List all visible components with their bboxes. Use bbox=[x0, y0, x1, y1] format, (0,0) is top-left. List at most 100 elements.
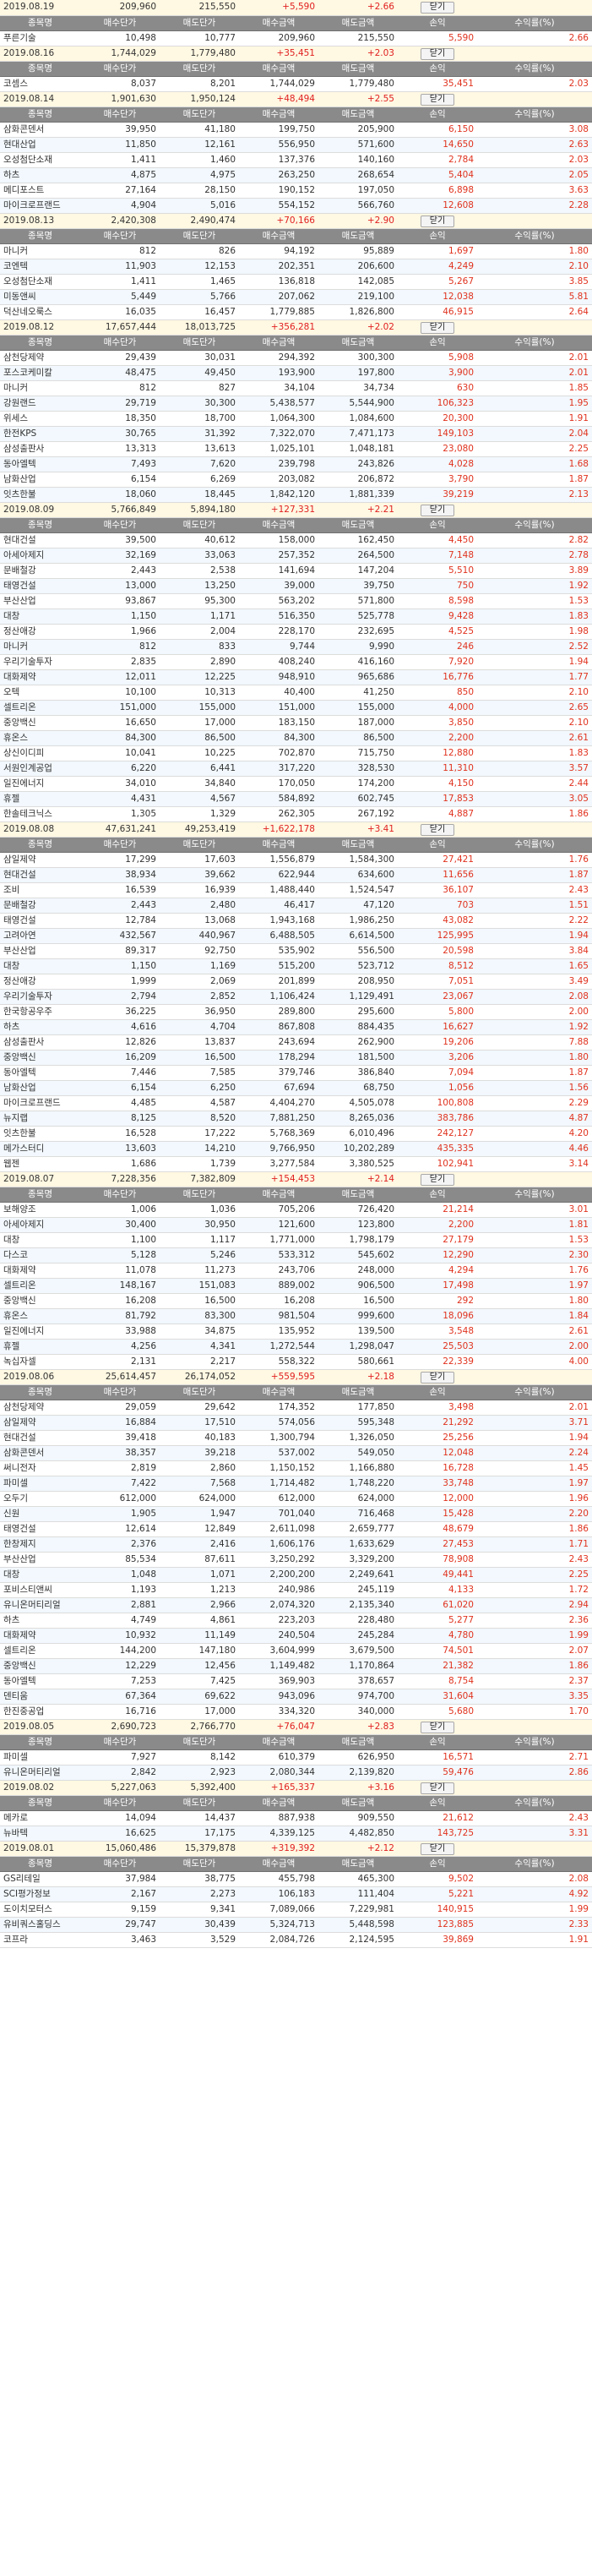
trade-row[interactable]: 도이치모터스 9,159 9,341 7,089,066 7,229,981 140,91… bbox=[0, 1902, 592, 1918]
trade-row[interactable]: 덕산네오룩스 16,035 16,457 1,779,885 1,826,800 46,9… bbox=[0, 304, 592, 320]
trade-row[interactable]: 태영건설 12,784 13,068 1,943,168 1,986,250 43,082… bbox=[0, 913, 592, 929]
trade-row[interactable]: 셀트리온 148,167 151,083 889,002 906,500 17,498 1.… bbox=[0, 1278, 592, 1294]
trade-row[interactable]: 마이크로프랜드 4,485 4,587 4,404,270 4,505,078 100,8… bbox=[0, 1095, 592, 1111]
trade-row[interactable]: 정산애강 1,966 2,004 228,170 232,695 4,525 1.98 bbox=[0, 624, 592, 640]
trade-row[interactable]: 부산산업 85,534 87,611 3,250,292 3,329,200 78,908… bbox=[0, 1552, 592, 1568]
trade-row[interactable]: 오성첨단소재 1,411 1,460 137,376 140,160 2,784 2.03 bbox=[0, 152, 592, 168]
trade-row[interactable]: 아세아제지 30,400 30,950 121,600 123,800 2,200 1.81 bbox=[0, 1217, 592, 1233]
trade-row[interactable]: 한창제지 2,376 2,416 1,606,176 1,633,629 27,453 1.… bbox=[0, 1536, 592, 1553]
trade-row[interactable]: 한국항공우주 36,225 36,950 289,800 295,600 5,800 2.0… bbox=[0, 1004, 592, 1020]
trade-row[interactable]: 강원랜드 29,719 30,300 5,438,577 5,544,900 106,32… bbox=[0, 396, 592, 412]
trade-row[interactable]: 삼천당제약 29,439 30,031 294,392 300,300 5,908 2.01 bbox=[0, 350, 592, 366]
trade-row[interactable]: 하츠 4,749 4,861 223,203 228,480 5,277 2.36 bbox=[0, 1613, 592, 1629]
close-button[interactable]: 닫기 bbox=[420, 1173, 455, 1186]
trade-row[interactable]: 신원 1,905 1,947 701,040 716,468 15,428 2.20 bbox=[0, 1506, 592, 1522]
trade-row[interactable]: 삼화콘덴서 38,357 39,218 537,002 549,050 12,048 2.2… bbox=[0, 1445, 592, 1461]
trade-row[interactable]: 아세아제지 32,169 33,063 257,352 264,500 7,148 2.78 bbox=[0, 548, 592, 564]
trade-row[interactable]: 현대산업 11,850 12,161 556,950 571,600 14,650 2.63 bbox=[0, 137, 592, 153]
close-button[interactable]: 닫기 bbox=[420, 504, 455, 516]
trade-row[interactable]: 중앙백신 16,650 17,000 183,150 187,000 3,850 2.10 bbox=[0, 715, 592, 731]
trade-row[interactable]: 하츠 4,875 4,975 263,250 268,654 5,404 2.05 bbox=[0, 167, 592, 183]
trade-row[interactable]: 현대건설 38,934 39,662 622,944 634,600 11,656 1.87 bbox=[0, 867, 592, 883]
trade-row[interactable]: 푸른기술 10,498 10,777 209,960 215,550 5,590 2.66 bbox=[0, 30, 592, 46]
trade-row[interactable]: 삼일제약 16,884 17,510 574,056 595,348 21,292 3.71 bbox=[0, 1415, 592, 1431]
trade-row[interactable]: 삼화콘덴서 39,950 41,180 199,750 205,900 6,150 3.08 bbox=[0, 122, 592, 138]
trade-row[interactable]: 일진에너지 34,010 34,840 170,050 174,200 4,150 2.44 bbox=[0, 776, 592, 792]
trade-row[interactable]: 뉴지랩 8,125 8,520 7,881,250 8,265,036 383,786 4.… bbox=[0, 1111, 592, 1127]
trade-row[interactable]: 뉴바텍 16,625 17,175 4,339,125 4,482,850 143,725… bbox=[0, 1826, 592, 1842]
trade-row[interactable]: 포스코케미칼 48,475 49,450 193,900 197,800 3,900 2.0… bbox=[0, 365, 592, 381]
trade-row[interactable]: 동아엘텍 7,253 7,425 369,903 378,657 8,754 2.37 bbox=[0, 1673, 592, 1689]
trade-row[interactable]: 다스코 5,128 5,246 533,312 545,602 12,290 2.30 bbox=[0, 1247, 592, 1263]
trade-row[interactable]: 남화산업 6,154 6,250 67,694 68,750 1,056 1.56 bbox=[0, 1080, 592, 1096]
close-button[interactable]: 닫기 bbox=[420, 823, 455, 836]
trade-row[interactable]: 미동앤씨 5,449 5,766 207,062 219,100 12,038 5.81 bbox=[0, 289, 592, 305]
trade-row[interactable]: 삼성출판사 12,826 13,837 243,694 262,900 19,206 7.8… bbox=[0, 1034, 592, 1051]
trade-row[interactable]: 중앙백신 16,208 16,500 16,208 16,500 292 1.80 bbox=[0, 1293, 592, 1309]
trade-row[interactable]: 잇츠한불 18,060 18,445 1,842,120 1,881,339 39,219… bbox=[0, 487, 592, 503]
trade-row[interactable]: 대화제약 10,932 11,149 240,504 245,284 4,780 1.99 bbox=[0, 1628, 592, 1644]
trade-row[interactable]: 휴온스 81,792 83,300 981,504 999,600 18,096 1.84 bbox=[0, 1308, 592, 1324]
trade-row[interactable]: 삼천당제약 29,059 29,642 174,352 177,850 3,498 2.01 bbox=[0, 1400, 592, 1416]
trade-row[interactable]: 오두기 612,000 624,000 612,000 624,000 12,000 1.9… bbox=[0, 1491, 592, 1507]
trade-row[interactable]: 하츠 4,616 4,704 867,808 884,435 16,627 1.92 bbox=[0, 1019, 592, 1035]
close-button[interactable]: 닫기 bbox=[420, 47, 455, 60]
trade-row[interactable]: 셀트리온 151,000 155,000 151,000 155,000 4,000 2.6… bbox=[0, 700, 592, 716]
trade-row[interactable]: 조비 16,539 16,939 1,488,440 1,524,547 36,107 2.… bbox=[0, 882, 592, 898]
trade-row[interactable]: 문배철강 2,443 2,538 141,694 147,204 5,510 3.89 bbox=[0, 563, 592, 579]
trade-row[interactable]: 포비스티앤씨 1,193 1,213 240,986 245,119 4,133 1.72 bbox=[0, 1582, 592, 1598]
trade-row[interactable]: 휴젤 4,431 4,567 584,892 602,745 17,853 3.05 bbox=[0, 791, 592, 807]
trade-row[interactable]: 대창 1,150 1,171 516,350 525,778 9,428 1.83 bbox=[0, 609, 592, 625]
trade-row[interactable]: 마니커 812 827 34,104 34,734 630 1.85 bbox=[0, 380, 592, 396]
trade-row[interactable]: 중앙백신 16,209 16,500 178,294 181,500 3,206 1.80 bbox=[0, 1050, 592, 1066]
trade-row[interactable]: 삼성출판사 13,313 13,613 1,025,101 1,048,181 23,08… bbox=[0, 441, 592, 457]
trade-row[interactable]: 코셈스 8,037 8,201 1,744,029 1,779,480 35,451 2.0… bbox=[0, 76, 592, 92]
trade-row[interactable]: 동아엘텍 7,493 7,620 239,798 243,826 4,028 1.68 bbox=[0, 456, 592, 472]
trade-row[interactable]: 마이크로프랜드 4,904 5,016 554,152 566,760 12,608 2.2… bbox=[0, 198, 592, 214]
trade-row[interactable]: 메가스터디 13,603 14,210 9,766,950 10,202,289 435,… bbox=[0, 1141, 592, 1157]
trade-row[interactable]: 오성첨단소재 1,411 1,465 136,818 142,085 5,267 3.85 bbox=[0, 274, 592, 290]
close-button[interactable]: 닫기 bbox=[420, 1842, 455, 1855]
trade-row[interactable]: 위세스 18,350 18,700 1,064,300 1,084,600 20,300 1… bbox=[0, 411, 592, 427]
trade-row[interactable]: 우리기술투자 2,835 2,890 408,240 416,160 7,920 1.94 bbox=[0, 654, 592, 670]
trade-row[interactable]: 휴젤 4,256 4,341 1,272,544 1,298,047 25,503 2.00 bbox=[0, 1339, 592, 1355]
trade-row[interactable]: 녹십자셀 2,131 2,217 558,322 580,661 22,339 4.00 bbox=[0, 1354, 592, 1370]
trade-row[interactable]: 태영건설 12,614 12,849 2,611,098 2,659,777 48,679… bbox=[0, 1521, 592, 1537]
trade-row[interactable]: 한진중공업 16,716 17,000 334,320 340,000 5,680 1.70 bbox=[0, 1704, 592, 1720]
trade-row[interactable]: 대창 1,100 1,117 1,771,000 1,798,179 27,179 1.53 bbox=[0, 1232, 592, 1248]
close-button[interactable]: 닫기 bbox=[420, 1721, 455, 1733]
trade-row[interactable]: SCI평가정보 2,167 2,273 106,183 111,404 5,221 4.92 bbox=[0, 1886, 592, 1902]
trade-row[interactable]: 중앙백신 12,229 12,456 1,149,482 1,170,864 21,382… bbox=[0, 1658, 592, 1674]
close-button[interactable]: 닫기 bbox=[420, 1371, 455, 1384]
close-button[interactable]: 닫기 bbox=[420, 1782, 455, 1794]
trade-row[interactable]: 써니전자 2,819 2,860 1,150,152 1,166,880 16,728 1.… bbox=[0, 1460, 592, 1476]
trade-row[interactable]: 태영건설 13,000 13,250 39,000 39,750 750 1.92 bbox=[0, 578, 592, 594]
close-button[interactable]: 닫기 bbox=[420, 215, 455, 227]
trade-row[interactable]: 문배철강 2,443 2,480 46,417 47,120 703 1.51 bbox=[0, 898, 592, 914]
trade-row[interactable]: 부산산업 93,867 95,300 563,202 571,800 8,598 1.53 bbox=[0, 593, 592, 609]
trade-row[interactable]: 현대건설 39,500 40,612 158,000 162,450 4,450 2.82 bbox=[0, 532, 592, 548]
trade-row[interactable]: 보해양조 1,006 1,036 705,206 726,420 21,214 3.01 bbox=[0, 1202, 592, 1218]
trade-row[interactable]: 유니온머티리얼 2,881 2,966 2,074,320 2,135,340 61,02… bbox=[0, 1597, 592, 1613]
trade-row[interactable]: 현대건설 39,418 40,183 1,300,794 1,326,050 25,256… bbox=[0, 1430, 592, 1446]
trade-row[interactable]: 부산산업 89,317 92,750 535,902 556,500 20,598 3.84 bbox=[0, 943, 592, 959]
close-button[interactable]: 닫기 bbox=[420, 93, 455, 106]
trade-row[interactable]: 정산애강 1,999 2,069 201,899 208,950 7,051 3.49 bbox=[0, 974, 592, 990]
trade-row[interactable]: 마니커 812 833 9,744 9,990 246 2.52 bbox=[0, 639, 592, 655]
trade-row[interactable]: 웹젠 1,686 1,739 3,277,584 3,380,525 102,941 3.1… bbox=[0, 1156, 592, 1172]
trade-row[interactable]: 우리기술투자 2,794 2,852 1,106,424 1,129,491 23,067… bbox=[0, 989, 592, 1005]
trade-row[interactable]: 코엔텍 11,903 12,153 202,351 206,600 4,249 2.10 bbox=[0, 259, 592, 275]
trade-row[interactable]: 고려아연 432,567 440,967 6,488,505 6,614,500 125,… bbox=[0, 928, 592, 944]
trade-row[interactable]: 휴온스 84,300 86,500 84,300 86,500 2,200 2.61 bbox=[0, 730, 592, 746]
trade-row[interactable]: 오텍 10,100 10,313 40,400 41,250 850 2.10 bbox=[0, 685, 592, 701]
trade-row[interactable]: 잇츠한불 16,528 17,222 5,768,369 6,010,496 242,12… bbox=[0, 1126, 592, 1142]
trade-row[interactable]: GS리테일 37,984 38,775 455,798 465,300 9,502 2.08 bbox=[0, 1871, 592, 1887]
trade-row[interactable]: 마니커 812 826 94,192 95,889 1,697 1.80 bbox=[0, 243, 592, 259]
close-button[interactable]: 닫기 bbox=[420, 321, 455, 334]
trade-row[interactable]: 대화제약 11,078 11,273 243,706 248,000 4,294 1.76 bbox=[0, 1263, 592, 1279]
trade-row[interactable]: 동아엘텍 7,446 7,585 379,746 386,840 7,094 1.87 bbox=[0, 1065, 592, 1081]
trade-row[interactable]: 한전KPS 30,765 31,392 7,322,070 7,471,173 149,1… bbox=[0, 426, 592, 442]
trade-row[interactable]: 남화산업 6,154 6,269 203,082 206,872 3,790 1.87 bbox=[0, 472, 592, 488]
trade-row[interactable]: 유비쿼스홀딩스 29,747 30,439 5,324,713 5,448,598 123… bbox=[0, 1917, 592, 1933]
trade-row[interactable]: 대창 1,048 1,071 2,200,200 2,249,641 49,441 2.25 bbox=[0, 1567, 592, 1583]
